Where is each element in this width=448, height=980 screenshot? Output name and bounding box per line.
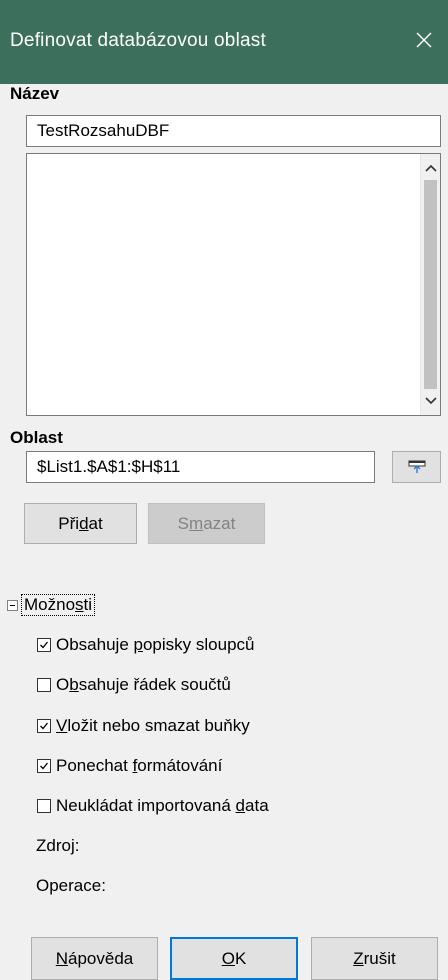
window-title: Definovat databázovou oblast xyxy=(10,30,266,51)
checkbox-label: Ponechat formátování xyxy=(56,756,223,775)
ok-button[interactable]: OK xyxy=(170,937,298,980)
range-names-list[interactable] xyxy=(26,153,441,416)
checkbox-dont-save-imported-data[interactable]: Neukládat importovaná data xyxy=(37,796,269,816)
add-button-label: Přidat xyxy=(58,513,103,533)
title-bar: Definovat databázovou oblast xyxy=(0,0,448,84)
dialog-body: Název TestRozsahuDBF Oblast $List1.$A$1:… xyxy=(0,84,448,980)
shrink-range-button[interactable] xyxy=(392,451,441,483)
checkbox-contains-totals-row[interactable]: Obsahuje řádek součtů xyxy=(37,675,231,695)
help-button-label: Nápověda xyxy=(55,948,134,968)
range-input[interactable]: $List1.$A$1:$H$11 xyxy=(26,451,375,483)
checkbox-keep-formatting[interactable]: Ponechat formátování xyxy=(37,756,222,776)
operation-label: Operace: xyxy=(36,876,106,895)
collapse-icon xyxy=(7,599,18,611)
checkbox-label: Obsahuje popisky sloupců xyxy=(56,635,255,654)
chevron-up-icon xyxy=(424,164,437,172)
ok-button-label: OK xyxy=(221,948,247,968)
delete-button[interactable]: Smazat xyxy=(148,503,265,544)
shrink-icon xyxy=(408,460,425,473)
checkbox-unchecked-icon xyxy=(37,678,51,692)
list-scrollbar[interactable] xyxy=(420,154,440,415)
scroll-down-button[interactable] xyxy=(421,389,440,413)
checkbox-checked-icon xyxy=(37,759,51,773)
checkbox-unchecked-icon xyxy=(37,799,51,813)
add-button[interactable]: Přidat xyxy=(24,503,137,544)
chevron-down-icon xyxy=(424,397,437,405)
scroll-thumb[interactable] xyxy=(424,180,437,389)
name-section-label: Název xyxy=(10,84,60,103)
cancel-button[interactable]: Zrušit xyxy=(311,937,438,980)
options-expander[interactable]: Možnosti xyxy=(7,594,96,616)
close-icon xyxy=(416,32,432,48)
name-input[interactable]: TestRozsahuDBF xyxy=(26,115,441,147)
checkbox-checked-icon xyxy=(37,638,51,652)
options-label: Možnosti xyxy=(21,594,96,616)
source-label: Zdroj: xyxy=(36,836,80,855)
checkbox-label: Vložit nebo smazat buňky xyxy=(56,716,250,735)
scroll-up-button[interactable] xyxy=(421,156,440,180)
cancel-button-label: Zrušit xyxy=(353,948,396,968)
checkbox-insert-delete-cells[interactable]: Vložit nebo smazat buňky xyxy=(37,716,250,736)
range-section-label: Oblast xyxy=(10,428,63,447)
checkbox-label: Obsahuje řádek součtů xyxy=(56,675,231,694)
checkbox-contains-column-labels[interactable]: Obsahuje popisky sloupců xyxy=(37,635,254,655)
delete-button-label: Smazat xyxy=(177,513,236,533)
checkbox-checked-icon xyxy=(37,719,51,733)
help-button[interactable]: Nápověda xyxy=(31,937,158,980)
checkbox-label: Neukládat importovaná data xyxy=(56,796,269,815)
close-button[interactable] xyxy=(406,22,442,58)
